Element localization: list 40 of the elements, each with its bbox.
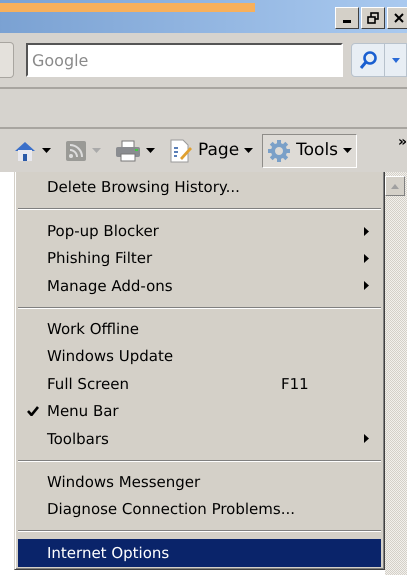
caret-icon xyxy=(146,148,155,153)
menu-item[interactable]: Windows Update xyxy=(18,342,381,370)
scroll-up-button[interactable] xyxy=(385,176,405,196)
menu-item[interactable]: Toolbars xyxy=(18,425,381,453)
menu-item[interactable]: Full Screen F11 xyxy=(18,370,381,398)
menu-item[interactable]: Windows Messenger xyxy=(18,468,381,496)
caret-icon xyxy=(42,148,51,153)
menu-item[interactable]: Phishing Filter xyxy=(18,244,381,272)
menu-item[interactable]: Pop-up Blocker xyxy=(18,217,381,245)
menu-item[interactable]: Menu Bar xyxy=(18,398,381,426)
house-icon xyxy=(13,140,37,162)
close-icon xyxy=(394,13,404,23)
printer-icon xyxy=(115,140,141,162)
caret-icon xyxy=(92,148,101,153)
page-icon xyxy=(169,138,193,162)
menu-item[interactable]: Manage Add-ons xyxy=(18,272,381,300)
menu-item[interactable]: Internet Options xyxy=(18,539,381,567)
feed-icon xyxy=(65,140,87,162)
page-button[interactable]: Page xyxy=(164,134,258,168)
caret-icon xyxy=(343,148,352,153)
search-icon xyxy=(358,50,378,70)
chevron-button[interactable]: » xyxy=(398,132,407,153)
restore-button[interactable] xyxy=(361,7,385,29)
menu-item[interactable]: Delete Browsing History... xyxy=(18,174,381,202)
close-button[interactable] xyxy=(387,7,407,29)
search-button[interactable] xyxy=(351,43,386,77)
menu-item[interactable]: Diagnose Connection Problems... xyxy=(18,496,381,524)
minimize-button[interactable] xyxy=(335,7,359,29)
up-arrow-icon xyxy=(391,184,399,188)
gear-icon xyxy=(267,138,292,162)
shortcut-label: F11 xyxy=(281,374,310,395)
caret-icon xyxy=(392,58,400,62)
restore-icon xyxy=(367,12,379,24)
scrollbar[interactable] xyxy=(385,172,407,575)
caret-icon xyxy=(244,148,254,153)
search-field[interactable]: Google xyxy=(26,43,344,77)
minimize-icon xyxy=(343,20,351,23)
search-options-button[interactable] xyxy=(385,43,407,77)
tools-button[interactable]: Tools xyxy=(262,134,358,168)
menu-item[interactable]: Work Offline xyxy=(18,316,381,343)
